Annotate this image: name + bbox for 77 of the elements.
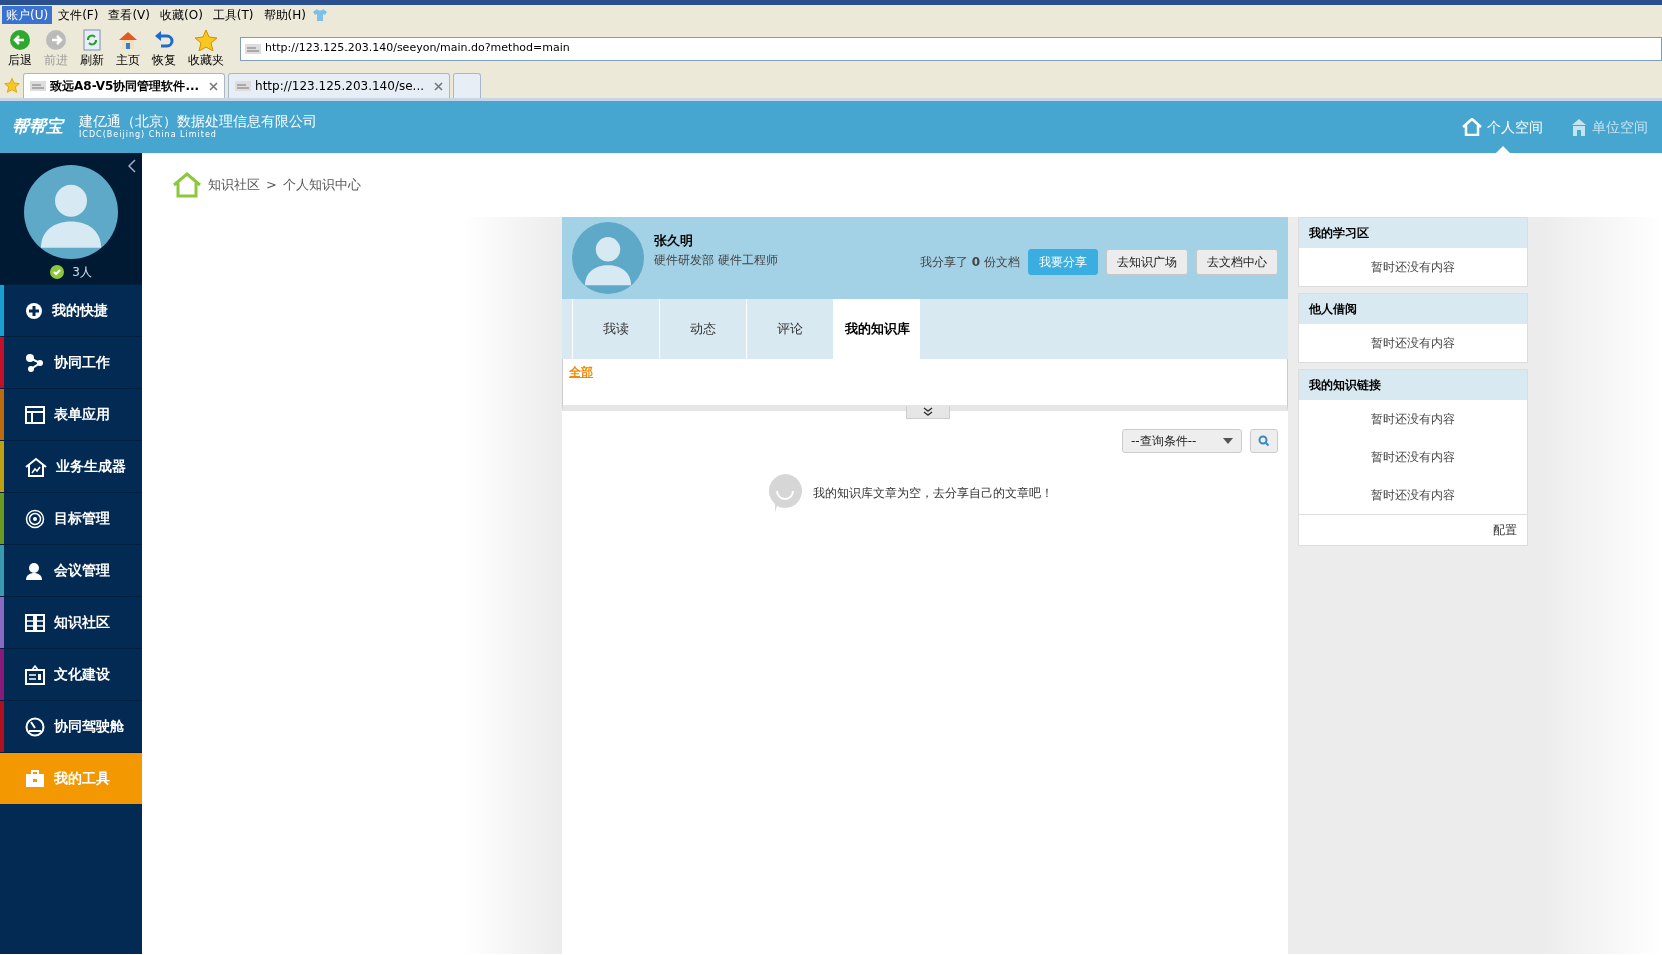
notice-board-icon [25, 664, 45, 685]
house-chart-icon [25, 456, 47, 477]
expand-handle[interactable] [906, 406, 950, 419]
panel-title: 他人借阅 [1299, 294, 1527, 324]
sidebar-item[interactable]: 会议管理 [0, 544, 142, 596]
double-chevron-icon [922, 407, 934, 417]
menu-item[interactable]: 账户(U) [2, 6, 53, 24]
user-name: 张久明 [654, 232, 694, 250]
menu-item[interactable]: 工具(T) [208, 6, 258, 24]
breadcrumb-item[interactable]: 知识社区 [208, 175, 260, 195]
refresh-icon [82, 28, 102, 51]
logo: 帮帮宝 [12, 115, 63, 139]
page-icon [245, 43, 261, 54]
toolbar-button[interactable]: 后退 [4, 28, 36, 69]
check-icon [50, 265, 65, 279]
person-icon [25, 560, 45, 581]
tab[interactable]: 我的知识库 [833, 299, 920, 359]
empty-message: 我的知识库文章为空，去分享自己的文章吧！ [813, 485, 1053, 502]
collapse-icon[interactable] [128, 159, 136, 173]
close-icon[interactable] [434, 81, 443, 91]
browser-tab[interactable]: 致远A8-V5协同管理软件... [23, 73, 226, 98]
company-english-name: ICDC(Beijing) China Limited [79, 129, 218, 141]
action-button[interactable]: 去文档中心 [1196, 249, 1278, 275]
browser-tab[interactable]: http://123.125.203.140/se... [228, 73, 450, 98]
sidebar-item[interactable]: 文化建设 [0, 648, 142, 700]
company-name: 建亿通（北京）数据处理信息有限公司 [79, 113, 317, 129]
plus-icon [25, 301, 43, 320]
new-tab-button[interactable] [453, 73, 481, 98]
sidebar-item[interactable]: 业务生成器 [0, 440, 142, 492]
sidebar-item[interactable]: 表单应用 [0, 388, 142, 440]
book-icon [25, 613, 45, 632]
menu-item[interactable]: 查看(V) [104, 6, 154, 24]
breadcrumb-item: 个人知识中心 [282, 176, 361, 195]
smiley-icon [767, 473, 803, 513]
toolbox-icon [25, 769, 45, 788]
menu-item[interactable]: 帮助(H) [259, 6, 310, 24]
building-icon [1571, 118, 1587, 136]
query-dropdown[interactable]: --查询条件-- [1122, 429, 1242, 453]
page-icon [30, 81, 46, 91]
gauge-icon [25, 716, 45, 737]
empty-text: 暂时还没有内容 [1370, 411, 1456, 428]
action-button[interactable]: 去知识广场 [1106, 249, 1188, 275]
panel-title: 我的知识链接 [1299, 370, 1527, 400]
sidebar-item[interactable]: 目标管理 [0, 492, 142, 544]
empty-text: 暂时还没有内容 [1370, 487, 1456, 504]
target-icon [25, 508, 45, 529]
sidebar-item[interactable]: 知识社区 [0, 596, 142, 648]
empty-text: 暂时还没有内容 [1370, 449, 1456, 466]
share-nodes-icon [25, 352, 45, 373]
star-icon[interactable] [4, 77, 20, 93]
house-icon [1462, 118, 1482, 136]
table-icon [25, 405, 45, 424]
home-icon[interactable] [172, 172, 202, 198]
empty-text: 暂时还没有内容 [1370, 259, 1456, 276]
config-link[interactable]: 配置 [1493, 523, 1517, 537]
online-count: 3人 [72, 264, 92, 281]
undo-arrow-icon [153, 28, 175, 51]
menu-item[interactable]: 收藏(O) [156, 6, 207, 24]
empty-text: 暂时还没有内容 [1370, 335, 1456, 352]
user-position: 硬件研发部 硬件工程师 [654, 251, 778, 269]
sidebar-item[interactable]: 协同工作 [0, 336, 142, 388]
shirt-icon[interactable] [311, 8, 328, 22]
star-icon [194, 28, 218, 51]
toolbar-button[interactable]: 恢复 [148, 28, 180, 69]
page-icon [235, 81, 252, 91]
address-field[interactable]: http://123.125.203.140/seeyon/main.do?method=main [240, 36, 1662, 61]
menu-item[interactable]: 文件(F) [54, 6, 103, 24]
share-count: 我分享了 0 份文档 [920, 254, 1020, 271]
toolbar-button[interactable]: 主页 [112, 28, 144, 69]
breadcrumb-item: > [266, 176, 277, 195]
search-button[interactable] [1250, 429, 1278, 453]
search-icon [1258, 435, 1270, 447]
sidebar-item[interactable]: 我的快捷 [0, 284, 142, 336]
toolbar-button[interactable]: 刷新 [76, 28, 108, 69]
panel-title: 我的学习区 [1299, 218, 1527, 248]
toolbar-button[interactable]: 收藏夹 [184, 28, 228, 69]
close-icon[interactable] [209, 81, 219, 91]
